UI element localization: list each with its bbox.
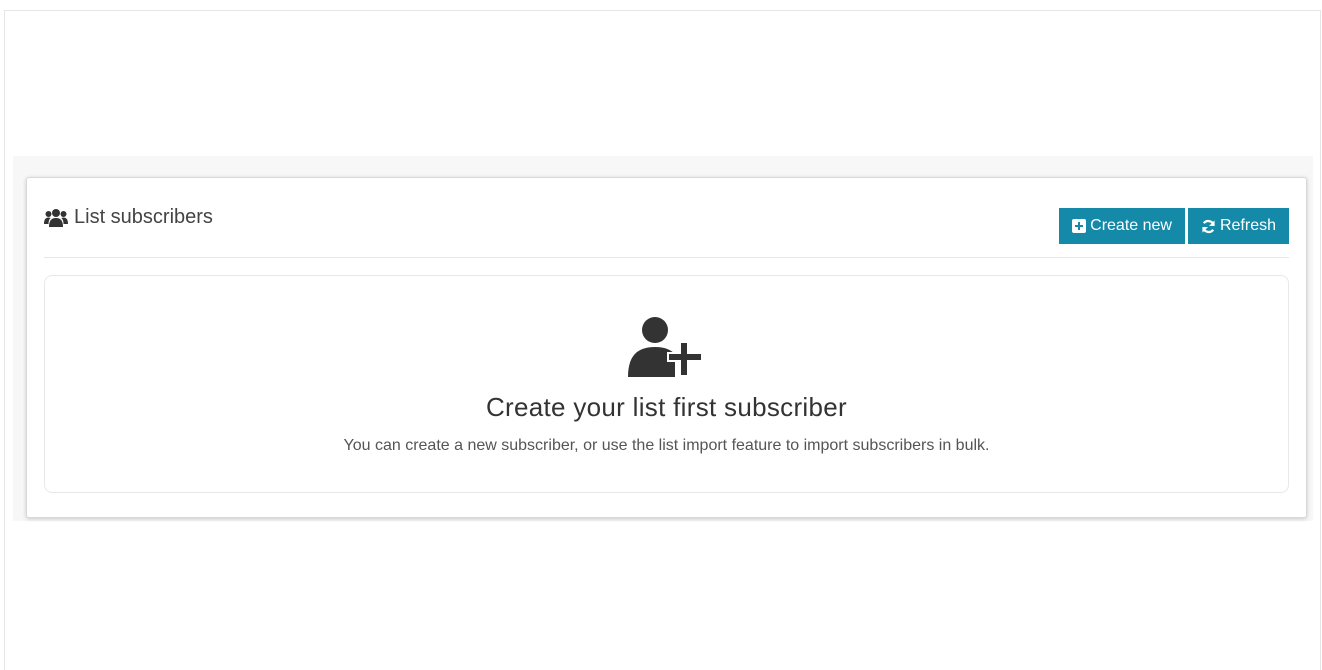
empty-state-panel: Create your list first subscriber You ca…: [44, 275, 1289, 493]
users-icon: [44, 208, 68, 228]
empty-state-text: You can create a new subscriber, or use …: [343, 437, 990, 454]
refresh-button[interactable]: Refresh: [1187, 208, 1289, 244]
box-title: List subscribers: [44, 206, 213, 229]
create-new-button[interactable]: Create new: [1059, 208, 1185, 244]
list-subscribers-box: List subscribers Create new Refresh Crea…: [26, 177, 1307, 518]
box-title-label: List subscribers: [74, 206, 213, 228]
refresh-icon: [1201, 219, 1216, 234]
plus-square-icon: [1072, 219, 1087, 233]
box-header: List subscribers Create new Refresh: [44, 178, 1289, 258]
header-buttons: Create new Refresh: [1059, 208, 1289, 244]
user-plus-icon: [627, 316, 707, 383]
create-new-label: Create new: [1090, 217, 1172, 234]
refresh-label: Refresh: [1219, 217, 1276, 234]
empty-state-heading: Create your list first subscriber: [485, 392, 847, 422]
